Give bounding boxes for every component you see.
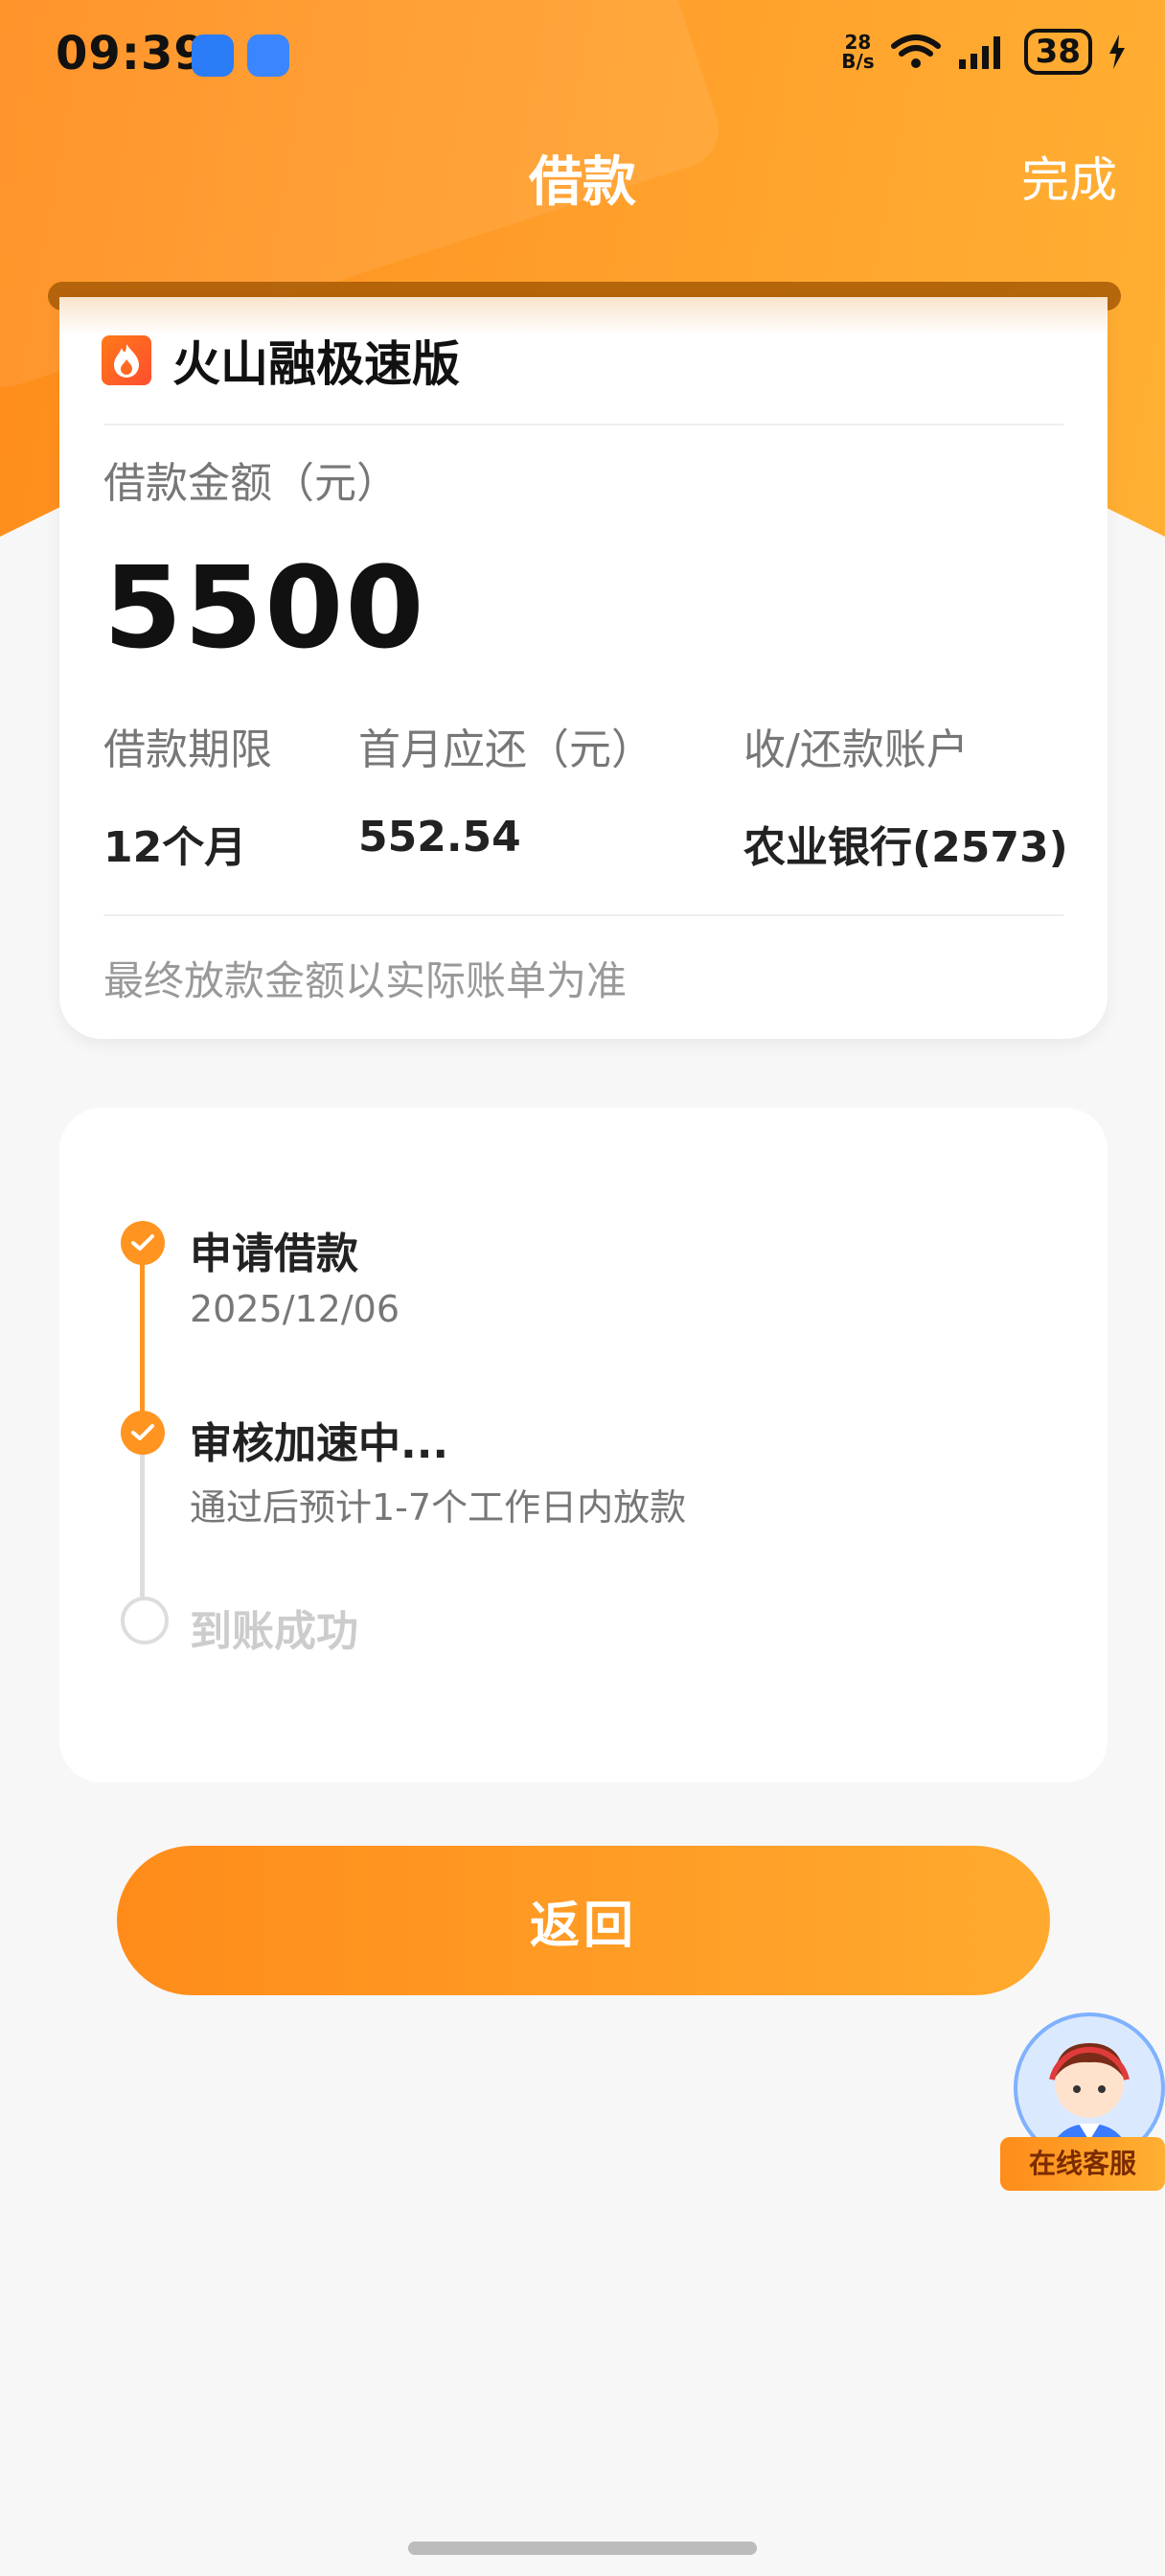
charging-icon (1109, 34, 1125, 69)
message-app-icon (192, 34, 234, 77)
account-label: 收/还款账户 (743, 725, 969, 774)
check-icon (121, 1411, 165, 1455)
battery-indicator: 38 (1023, 29, 1092, 75)
account-value: 农业银行(2573) (743, 823, 1068, 872)
progress-card: 申请借款 2025/12/06 审核加速中... 通过后预计1-7个工作日内放款… (59, 1108, 1108, 1782)
brand-name: 火山融极速版 (172, 336, 460, 392)
disbursement-note: 最终放款金额以实际账单为准 (103, 957, 628, 1004)
wifi-icon (890, 34, 941, 68)
done-button[interactable]: 完成 (1021, 142, 1117, 211)
signal-icon (958, 36, 1000, 69)
divider (103, 914, 1063, 916)
first-payment-value: 552.54 (358, 813, 521, 862)
term-value: 12个月 (103, 823, 247, 872)
step-title: 申请借款 (190, 1230, 358, 1278)
online-service-button[interactable]: 在线客服 (1000, 2012, 1165, 2195)
check-icon (121, 1221, 165, 1265)
status-bar: 09:39 28 B/s 38 (0, 0, 1165, 115)
flame-icon (102, 335, 151, 385)
step-title: 审核加速中... (190, 1419, 449, 1468)
loan-summary-card: 火山融极速版 借款金额（元） 5500 借款期限 首月应还（元） 收/还款账户 … (59, 297, 1108, 1039)
first-payment-label: 首月应还（元） (358, 725, 653, 774)
upload-app-icon (247, 34, 289, 77)
term-label: 借款期限 (103, 725, 272, 774)
status-time: 09:39 (56, 27, 207, 80)
divider (103, 424, 1063, 426)
net-speed: 28 B/s (841, 31, 875, 73)
amount-label: 借款金额（元） (103, 459, 399, 508)
home-indicator[interactable] (408, 2542, 757, 2555)
step-title: 到账成功 (190, 1607, 358, 1656)
back-button[interactable]: 返回 (117, 1846, 1050, 1995)
step-subtitle: 2025/12/06 (190, 1288, 400, 1330)
loan-amount: 5500 (103, 541, 426, 674)
pending-circle-icon (121, 1597, 169, 1644)
step-subtitle: 通过后预计1-7个工作日内放款 (190, 1486, 687, 1529)
status-icons: 28 B/s 38 (841, 29, 1127, 75)
service-label: 在线客服 (1000, 2137, 1165, 2191)
page-title: 借款 (529, 151, 636, 214)
